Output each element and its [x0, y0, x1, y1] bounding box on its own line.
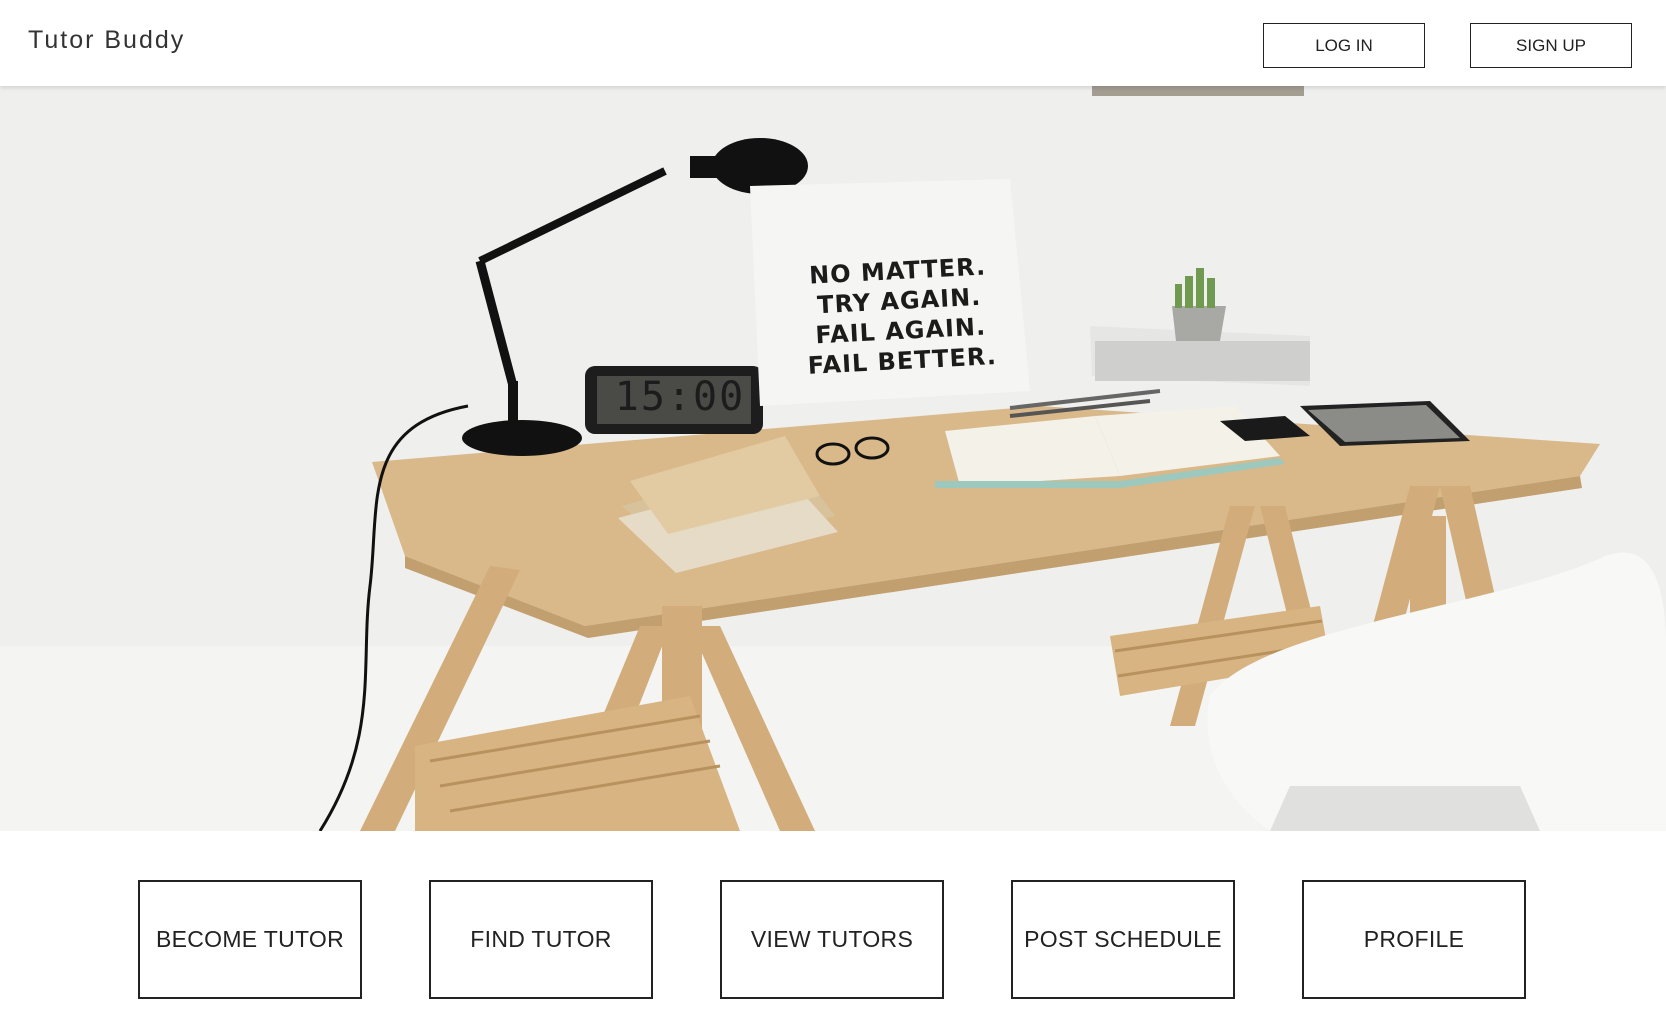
hero-image: NO MATTER. TRY AGAIN. FAIL AGAIN. FAIL B…	[0, 86, 1666, 831]
profile-button[interactable]: PROFILE	[1302, 880, 1526, 999]
login-button[interactable]: LOG IN	[1263, 23, 1425, 68]
main-navigation: BECOME TUTOR FIND TUTOR VIEW TUTORS POST…	[0, 880, 1666, 1000]
view-tutors-button[interactable]: VIEW TUTORS	[720, 880, 944, 999]
poster-text: NO MATTER. TRY AGAIN. FAIL AGAIN. FAIL B…	[797, 251, 1003, 381]
find-tutor-button[interactable]: FIND TUTOR	[429, 880, 653, 999]
become-tutor-button[interactable]: BECOME TUTOR	[138, 880, 362, 999]
signup-button[interactable]: SIGN UP	[1470, 23, 1632, 68]
page: Tutor Buddy LOG IN SIGN UP NO MATTER. TR…	[0, 0, 1666, 1018]
clock-display: 15:00	[614, 374, 746, 420]
top-navigation-bar: Tutor Buddy LOG IN SIGN UP	[0, 0, 1666, 86]
desk-illustration	[0, 86, 1666, 831]
brand-logo[interactable]: Tutor Buddy	[28, 26, 185, 55]
post-schedule-button[interactable]: POST SCHEDULE	[1011, 880, 1235, 999]
